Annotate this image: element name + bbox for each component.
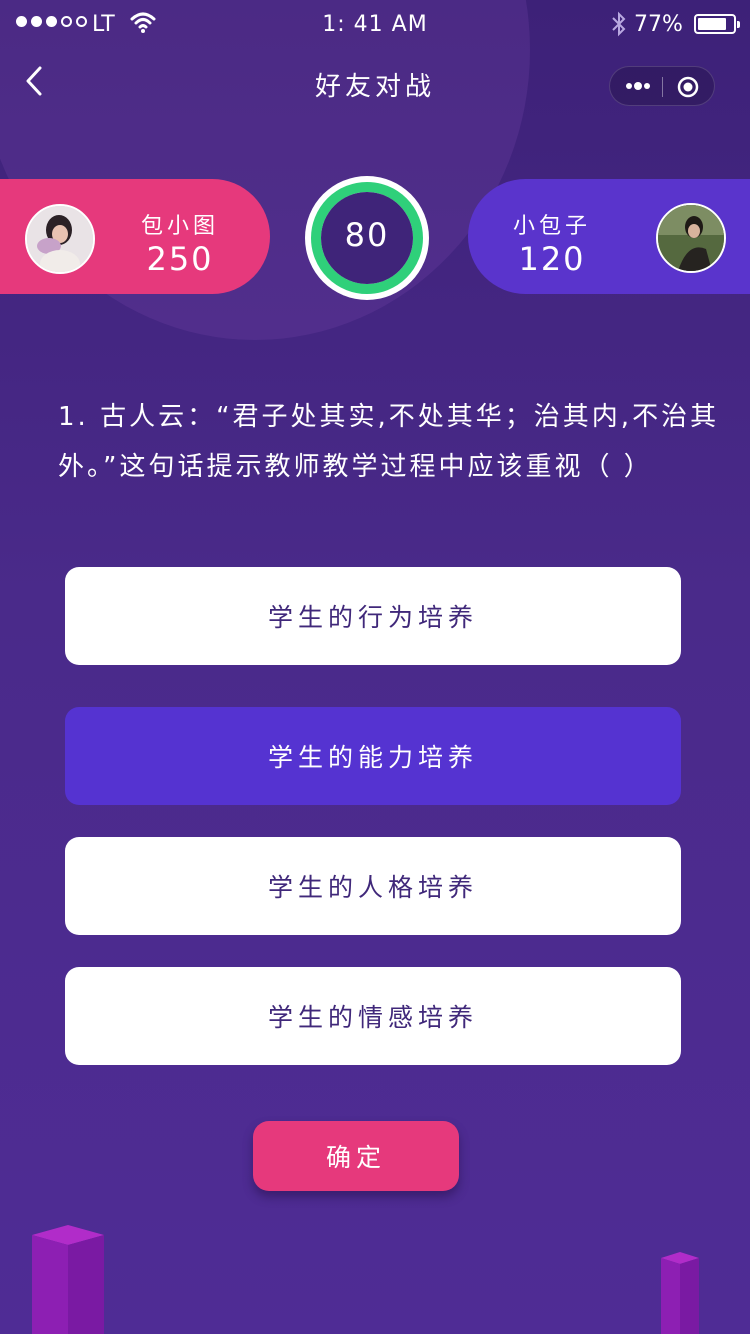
- answer-option[interactable]: 学生的行为培养: [65, 567, 681, 665]
- more-dots-icon[interactable]: [624, 76, 654, 96]
- decorative-pillar-left: [32, 1225, 104, 1334]
- battery-icon: [694, 14, 740, 34]
- avatar-photo-left: [27, 206, 93, 272]
- decorative-pillar-right: [661, 1252, 699, 1334]
- answer-option[interactable]: 学生的情感培养: [65, 967, 681, 1065]
- target-circle-icon[interactable]: [676, 75, 700, 99]
- confirm-button[interactable]: 确定: [253, 1121, 459, 1191]
- question-text: 1. 古人云：“君子处其实,不处其华；治其内,不治其外。”这句话提示教师教学过程…: [58, 402, 720, 482]
- avatar[interactable]: [25, 204, 95, 274]
- avatar-photo-right: [658, 205, 724, 271]
- player-right-name: 小包子: [512, 214, 591, 239]
- status-bar: LT 1: 41 AM 77%: [0, 0, 750, 52]
- battery-percent: 77%: [634, 12, 683, 37]
- bluetooth-icon: [612, 11, 626, 37]
- countdown-timer: 80: [305, 176, 429, 300]
- player-right-score: 120: [518, 240, 586, 278]
- timer-value: 80: [344, 216, 390, 254]
- capsule-divider: [662, 77, 663, 97]
- answer-option-selected[interactable]: 学生的能力培养: [65, 707, 681, 805]
- mini-program-capsule: [609, 66, 715, 106]
- player-left-score: 250: [146, 240, 214, 278]
- avatar[interactable]: [656, 203, 726, 273]
- answer-option[interactable]: 学生的人格培养: [65, 837, 681, 935]
- player-left-name: 包小图: [140, 214, 219, 239]
